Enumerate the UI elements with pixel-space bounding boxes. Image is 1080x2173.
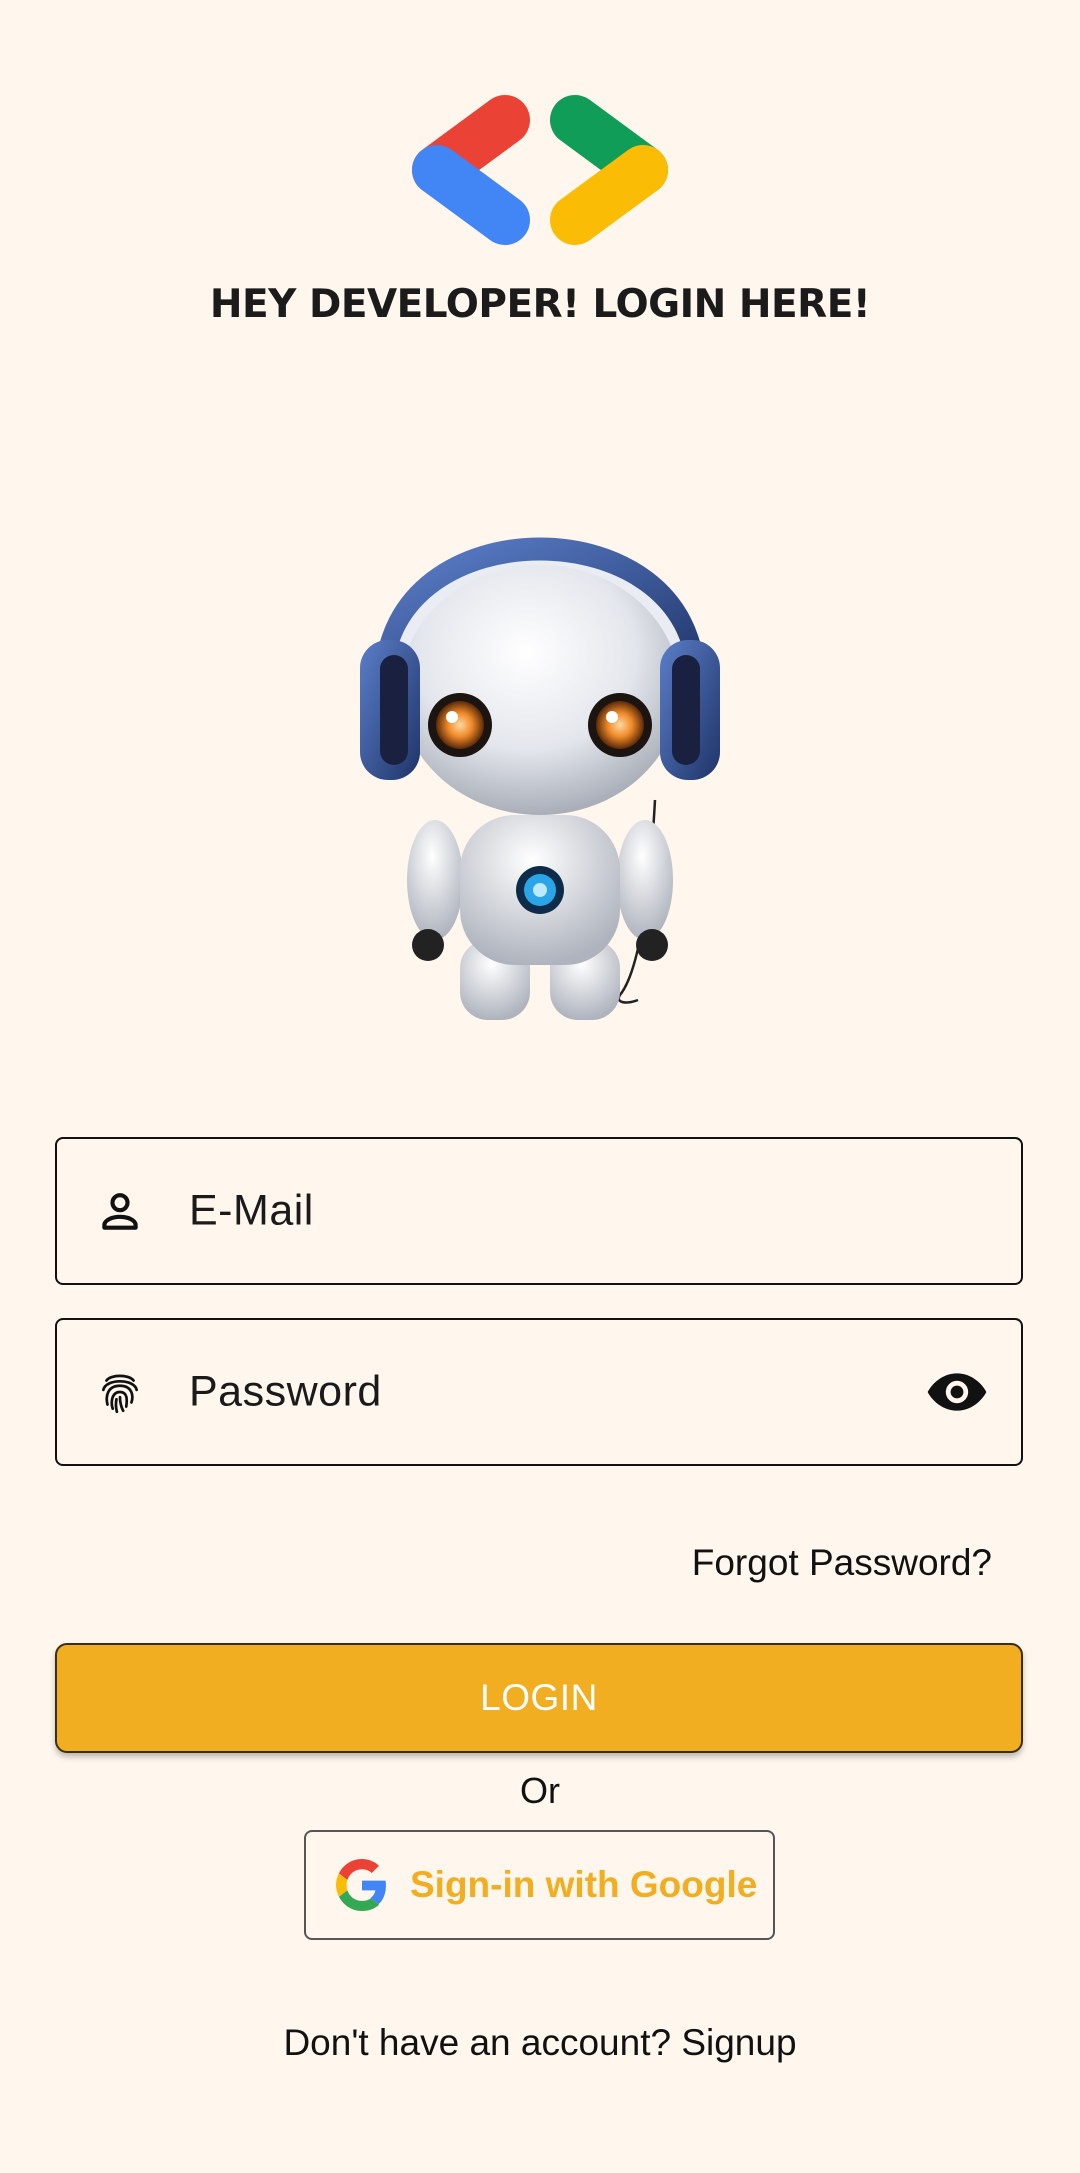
- eye-icon[interactable]: [925, 1360, 989, 1424]
- robot-mascot-icon: [360, 537, 720, 1020]
- email-field[interactable]: E-Mail: [55, 1137, 1023, 1285]
- forgot-password-link[interactable]: Forgot Password?: [692, 1542, 992, 1584]
- google-signin-label: Sign-in with Google: [410, 1864, 758, 1905]
- login-button[interactable]: LOGIN: [55, 1643, 1023, 1753]
- person-icon: [102, 1193, 138, 1230]
- developer-logo-icon: [412, 95, 668, 245]
- page-title: HEY DEVELOPER! LOGIN HERE!: [209, 282, 871, 327]
- google-icon: [336, 1859, 386, 1911]
- password-placeholder: Password: [189, 1367, 382, 1416]
- fingerprint-icon: [101, 1374, 139, 1414]
- signup-link[interactable]: Don't have an account? Signup: [0, 2022, 1080, 2064]
- password-field[interactable]: Password: [55, 1318, 1023, 1466]
- email-placeholder: E-Mail: [189, 1186, 314, 1235]
- google-signin-button[interactable]: Sign-in with Google: [304, 1830, 775, 1940]
- or-divider-text: Or: [520, 1770, 560, 1811]
